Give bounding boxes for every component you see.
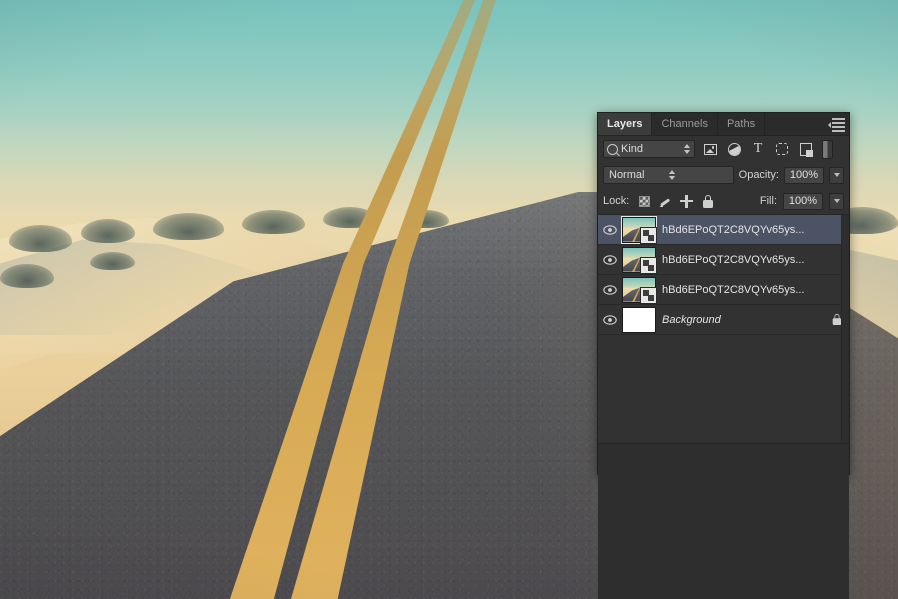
layers-panel: Layers Channels Paths Kind T Normal Opac… xyxy=(597,112,850,599)
filter-toggle-switch-icon[interactable] xyxy=(822,139,833,159)
layer-name[interactable]: Background xyxy=(662,314,827,326)
panel-menu-icon[interactable] xyxy=(828,117,845,132)
move-arrows-icon xyxy=(680,194,694,208)
stepper-arrows-icon[interactable] xyxy=(668,170,729,180)
tab-layers[interactable]: Layers xyxy=(598,113,653,135)
brush-icon xyxy=(659,195,672,208)
eye-icon xyxy=(603,254,617,265)
tab-paths-label: Paths xyxy=(726,118,756,130)
stepper-arrows-icon[interactable] xyxy=(684,144,690,154)
tab-channels-label: Channels xyxy=(661,118,708,130)
lock-row: Lock: Fill: 100% xyxy=(598,188,849,215)
blend-mode-row: Normal Opacity: 100% xyxy=(598,162,849,188)
tab-channels[interactable]: Channels xyxy=(652,113,718,135)
blend-mode-value: Normal xyxy=(609,169,645,181)
filter-pixel-layers-button[interactable] xyxy=(701,140,719,158)
filter-type-layers-button[interactable]: T xyxy=(749,140,767,158)
filter-adjustment-layers-button[interactable] xyxy=(725,140,743,158)
layers-list-scrollbar[interactable] xyxy=(841,215,849,443)
checkerboard-icon xyxy=(639,195,651,207)
tab-layers-label: Layers xyxy=(607,118,643,130)
adjustment-circle-icon xyxy=(727,142,741,156)
filter-smart-object-layers-button[interactable] xyxy=(797,140,815,158)
scrub-bush xyxy=(80,218,135,243)
opacity-input[interactable]: 100% xyxy=(784,166,824,184)
smart-object-badge-icon xyxy=(640,286,657,304)
layer-thumbnail[interactable] xyxy=(622,306,656,333)
layer-visibility-toggle[interactable] xyxy=(598,314,622,325)
shape-icon xyxy=(776,143,788,155)
lock-all-button[interactable] xyxy=(700,194,715,209)
layers-panel-empty-area xyxy=(598,443,849,599)
layer-row[interactable]: Background xyxy=(598,305,849,335)
blend-mode-select[interactable]: Normal xyxy=(603,166,734,184)
panel-tab-strip: Layers Channels Paths xyxy=(598,113,849,136)
layer-row[interactable]: hBd6EPoQT2C8VQYv65ys... xyxy=(598,245,849,275)
lock-position-button[interactable] xyxy=(679,194,694,209)
lock-label: Lock: xyxy=(603,195,630,207)
tab-paths[interactable]: Paths xyxy=(717,113,766,135)
layer-filter-row: Kind T xyxy=(598,136,849,162)
search-icon xyxy=(607,143,618,155)
filter-shape-layers-button[interactable] xyxy=(773,140,791,158)
filter-kind-label: Kind xyxy=(621,143,644,155)
scrub-bush xyxy=(89,251,135,270)
layer-thumbnail[interactable] xyxy=(622,276,657,304)
opacity-dropdown-arrow[interactable] xyxy=(829,166,844,184)
type-t-icon: T xyxy=(753,141,763,156)
eye-icon xyxy=(603,284,617,295)
lock-transparent-pixels-button[interactable] xyxy=(637,194,652,209)
layer-thumbnail[interactable] xyxy=(622,246,657,274)
fill-dropdown-arrow[interactable] xyxy=(829,192,844,210)
padlock-icon xyxy=(831,313,841,326)
fill-label: Fill: xyxy=(759,195,777,207)
layers-list: hBd6EPoQT2C8VQYv65ys... hBd6EPoQT2C8VQYv… xyxy=(598,215,849,443)
layer-name[interactable]: hBd6EPoQT2C8VQYv65ys... xyxy=(662,284,827,296)
opacity-label: Opacity: xyxy=(738,169,779,181)
background-thumbnail-white xyxy=(622,306,656,333)
layer-visibility-toggle[interactable] xyxy=(598,284,622,295)
smart-object-badge-icon xyxy=(640,256,657,274)
eye-icon xyxy=(603,314,617,325)
lock-image-pixels-button[interactable] xyxy=(658,194,673,209)
image-icon xyxy=(703,143,717,155)
smart-object-icon xyxy=(800,142,813,157)
screenshot-root: Layers Channels Paths Kind T Normal Opac… xyxy=(0,0,898,599)
layer-row[interactable]: hBd6EPoQT2C8VQYv65ys... xyxy=(598,215,849,245)
fill-input[interactable]: 100% xyxy=(783,192,823,210)
layer-name[interactable]: hBd6EPoQT2C8VQYv65ys... xyxy=(662,224,827,236)
layer-thumbnail[interactable] xyxy=(621,215,657,244)
smart-object-badge-icon xyxy=(640,226,657,244)
eye-icon xyxy=(603,224,617,235)
layer-visibility-toggle[interactable] xyxy=(598,224,622,235)
padlock-icon xyxy=(702,194,713,208)
layer-name[interactable]: hBd6EPoQT2C8VQYv65ys... xyxy=(662,254,827,266)
layer-row[interactable]: hBd6EPoQT2C8VQYv65ys... xyxy=(598,275,849,305)
filter-kind-select[interactable]: Kind xyxy=(603,140,695,158)
layer-visibility-toggle[interactable] xyxy=(598,254,622,265)
